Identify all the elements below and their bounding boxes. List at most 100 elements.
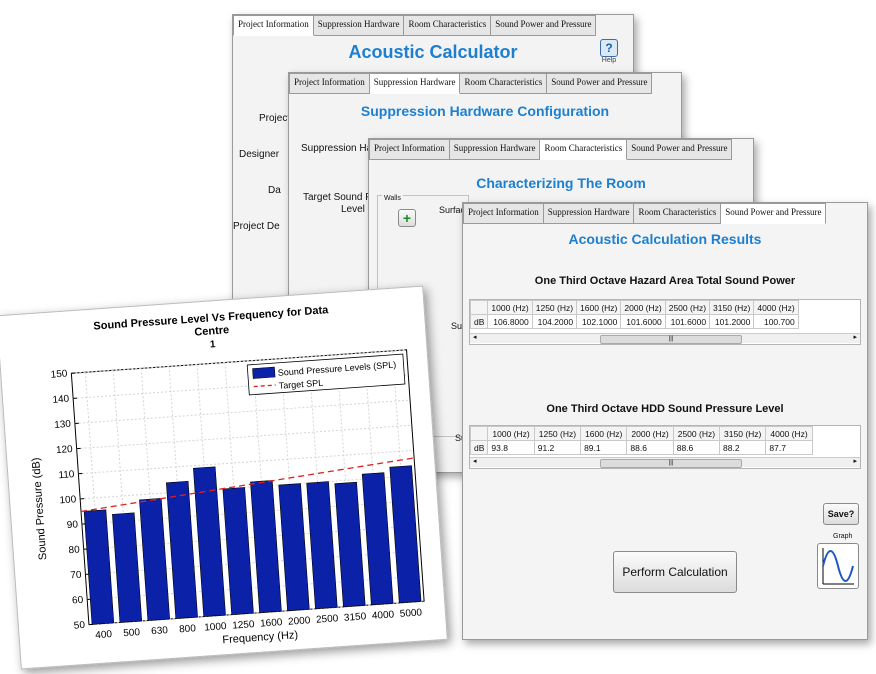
x-tick-label: 400 xyxy=(95,629,113,641)
x-tick-label: 1000 xyxy=(204,621,227,634)
help-label: Help xyxy=(598,57,620,64)
table-cell[interactable]: 93.8 xyxy=(488,441,534,455)
horizontal-scrollbar[interactable]: ◂ ||| ▸ xyxy=(470,333,860,343)
sound-power-table-title: One Third Octave Hazard Area Total Sound… xyxy=(463,275,867,287)
sound-pressure-table-title: One Third Octave HDD Sound Pressure Leve… xyxy=(463,403,867,415)
y-tick-label: 90 xyxy=(66,519,78,531)
column-header[interactable]: 3150 (Hz) xyxy=(710,301,754,315)
graph-button[interactable] xyxy=(817,543,859,589)
column-header[interactable]: 1000 (Hz) xyxy=(488,427,534,441)
page-title: Characterizing The Room xyxy=(369,175,753,191)
corner-cell xyxy=(471,427,488,441)
x-tick-label: 1250 xyxy=(232,619,255,632)
tab-sound-power-and-pressure[interactable]: Sound Power and Pressure xyxy=(547,73,652,94)
table-cell[interactable]: 100.700 xyxy=(754,315,798,329)
table-cell[interactable]: 102.1000 xyxy=(577,315,621,329)
column-header[interactable]: 2500 (Hz) xyxy=(673,427,719,441)
tab-room-characteristics[interactable]: Room Characteristics xyxy=(634,203,721,224)
column-header[interactable]: 2500 (Hz) xyxy=(665,301,709,315)
column-header[interactable]: 2000 (Hz) xyxy=(627,427,673,441)
level-label: Level xyxy=(341,204,365,215)
scroll-left-icon[interactable]: ◂ xyxy=(473,333,477,341)
sound-power-table[interactable]: 1000 (Hz) 1250 (Hz) 1600 (Hz) 2000 (Hz) … xyxy=(469,299,861,345)
y-tick-label: 110 xyxy=(58,469,75,481)
project-label: Project xyxy=(259,113,290,124)
x-tick-label: 2500 xyxy=(316,613,339,626)
tab-sound-power-and-pressure[interactable]: Sound Power and Pressure xyxy=(721,203,826,224)
tab-suppression-hardware[interactable]: Suppression Hardware xyxy=(370,73,461,94)
table-cell[interactable]: 91.2 xyxy=(534,441,580,455)
column-header[interactable]: 3150 (Hz) xyxy=(720,427,766,441)
column-header[interactable]: 1250 (Hz) xyxy=(532,301,576,315)
table-cell[interactable]: 104.2000 xyxy=(532,315,576,329)
table-cell[interactable]: 88.6 xyxy=(673,441,719,455)
sine-wave-icon xyxy=(820,546,856,586)
add-wall-button[interactable]: + xyxy=(398,209,416,227)
column-header[interactable]: 4000 (Hz) xyxy=(754,301,798,315)
table-cell[interactable]: 88.6 xyxy=(627,441,673,455)
table-header-row: 1000 (Hz) 1250 (Hz) 1600 (Hz) 2000 (Hz) … xyxy=(471,301,799,315)
sound-pressure-table[interactable]: 1000 (Hz) 1250 (Hz) 1600 (Hz) 2000 (Hz) … xyxy=(469,425,861,469)
table-cell[interactable]: 88.2 xyxy=(720,441,766,455)
y-tick-label: 150 xyxy=(50,369,68,381)
y-tick-label: 80 xyxy=(68,544,80,556)
tab-project-information[interactable]: Project Information xyxy=(463,203,544,224)
column-header[interactable]: 1600 (Hz) xyxy=(577,301,621,315)
sound-power-grid: 1000 (Hz) 1250 (Hz) 1600 (Hz) 2000 (Hz) … xyxy=(470,300,799,329)
scrollbar-thumb[interactable]: ||| xyxy=(600,459,742,468)
y-tick-label: 50 xyxy=(74,620,86,632)
table-cell[interactable]: 101.6000 xyxy=(621,315,665,329)
sound-pressure-grid: 1000 (Hz) 1250 (Hz) 1600 (Hz) 2000 (Hz) … xyxy=(470,426,813,455)
tab-sound-power-and-pressure[interactable]: Sound Power and Pressure xyxy=(627,139,732,160)
scrollbar-thumb[interactable]: ||| xyxy=(600,335,742,344)
x-tick-label: 2000 xyxy=(288,615,311,628)
scroll-right-icon[interactable]: ▸ xyxy=(853,457,857,465)
tab-suppression-hardware[interactable]: Suppression Hardware xyxy=(544,203,635,224)
x-tick-label: 630 xyxy=(151,625,169,637)
chart-subtitle: 1 xyxy=(210,339,217,350)
column-header[interactable]: 4000 (Hz) xyxy=(766,427,812,441)
corner-cell xyxy=(471,301,488,315)
table-row: dB 106.8000 104.2000 102.1000 101.6000 1… xyxy=(471,315,799,329)
tab-sound-power-and-pressure[interactable]: Sound Power and Pressure xyxy=(491,15,596,36)
x-tick-label: 500 xyxy=(123,627,141,639)
help-button[interactable]: ? Help xyxy=(598,39,620,67)
tab-bar: Project Information Suppression Hardware… xyxy=(233,15,596,35)
tab-suppression-hardware[interactable]: Suppression Hardware xyxy=(450,139,541,160)
x-tick-label: 800 xyxy=(179,623,197,635)
save-button[interactable]: Save? xyxy=(823,503,859,525)
table-cell[interactable]: 101.6000 xyxy=(665,315,709,329)
row-header: dB xyxy=(471,441,488,455)
horizontal-scrollbar[interactable]: ◂ ||| ▸ xyxy=(470,457,860,467)
column-header[interactable]: 1000 (Hz) xyxy=(488,301,532,315)
tab-room-characteristics[interactable]: Room Characteristics xyxy=(404,15,491,36)
tab-project-information[interactable]: Project Information xyxy=(369,139,450,160)
table-cell[interactable]: 106.8000 xyxy=(488,315,532,329)
y-tick-label: 130 xyxy=(54,419,72,431)
y-tick-label: 100 xyxy=(59,494,77,506)
tab-project-information[interactable]: Project Information xyxy=(233,15,314,36)
tab-suppression-hardware[interactable]: Suppression Hardware xyxy=(314,15,405,36)
table-cell[interactable]: 87.7 xyxy=(766,441,812,455)
help-icon: ? xyxy=(600,39,618,57)
table-cell[interactable]: 89.1 xyxy=(581,441,627,455)
perform-calculation-button[interactable]: Perform Calculation xyxy=(613,551,737,593)
scroll-right-icon[interactable]: ▸ xyxy=(853,333,857,341)
tab-project-information[interactable]: Project Information xyxy=(289,73,370,94)
column-header[interactable]: 1250 (Hz) xyxy=(534,427,580,441)
row-header: dB xyxy=(471,315,488,329)
legend-swatch-spl xyxy=(252,367,275,379)
table-cell[interactable]: 101.2000 xyxy=(710,315,754,329)
project-description-label: Project De xyxy=(233,221,280,232)
window-sound-power-and-pressure: Project Information Suppression Hardware… xyxy=(462,202,868,640)
column-header[interactable]: 2000 (Hz) xyxy=(621,301,665,315)
plus-icon: + xyxy=(403,211,411,225)
page-title: Acoustic Calculation Results xyxy=(463,231,867,247)
tab-room-characteristics[interactable]: Room Characteristics xyxy=(540,139,627,160)
tab-bar: Project Information Suppression Hardware… xyxy=(463,203,826,223)
column-header[interactable]: 1600 (Hz) xyxy=(581,427,627,441)
tab-room-characteristics[interactable]: Room Characteristics xyxy=(460,73,547,94)
scroll-left-icon[interactable]: ◂ xyxy=(473,457,477,465)
graph-label: Graph xyxy=(833,533,852,540)
page-title: Acoustic Calculator xyxy=(233,42,633,63)
